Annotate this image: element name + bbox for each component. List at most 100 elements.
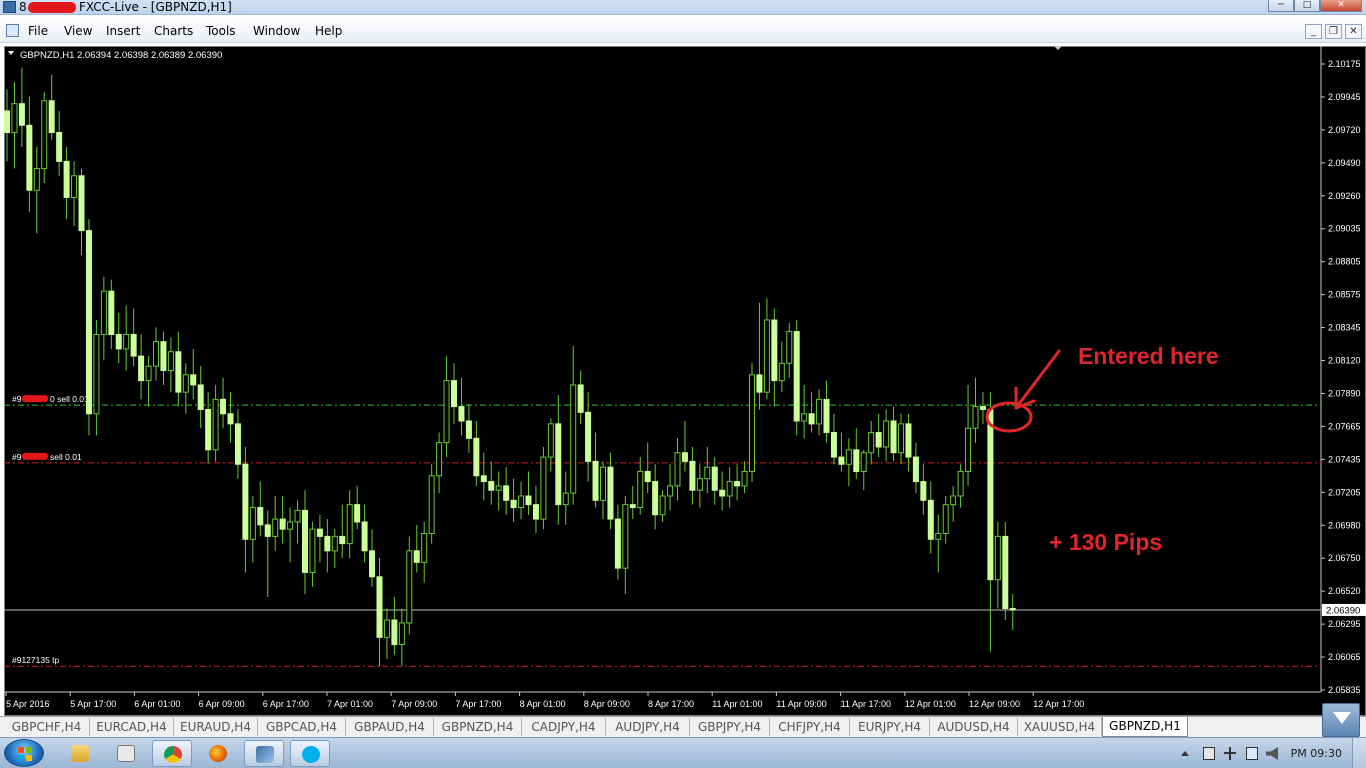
candle-bullish bbox=[421, 533, 428, 563]
tab-audjpy-h4[interactable]: AUDJPY,H4 bbox=[606, 718, 690, 736]
menu-charts[interactable]: Charts bbox=[154, 23, 193, 39]
candle-bearish bbox=[525, 495, 532, 506]
candle-bearish bbox=[220, 398, 227, 415]
candle-bearish bbox=[257, 507, 264, 526]
candle-bullish bbox=[704, 466, 711, 480]
taskbar-chrome[interactable] bbox=[152, 740, 192, 767]
time-tick-label: 12 Apr 09:00 bbox=[969, 699, 1020, 709]
tab-cadjpy-h4[interactable]: CADJPY,H4 bbox=[522, 718, 606, 736]
candle-bearish bbox=[808, 413, 815, 425]
menu-bar: File View Insert Charts Tools Window Hel… bbox=[0, 19, 1366, 43]
price-tick-label: 2.09035 bbox=[1328, 224, 1361, 234]
candle-bullish bbox=[71, 175, 78, 198]
candle-bullish bbox=[726, 481, 733, 497]
show-desktop-button[interactable] bbox=[1352, 738, 1366, 768]
candle-bullish bbox=[942, 504, 949, 534]
chrome-icon bbox=[164, 746, 182, 763]
tab-gbpnzd-h4[interactable]: GBPNZD,H4 bbox=[434, 718, 522, 736]
network-icon[interactable] bbox=[1246, 747, 1258, 760]
candle-bearish bbox=[302, 509, 308, 573]
price-tick-label: 2.06295 bbox=[1328, 619, 1361, 629]
taskbar-metatrader[interactable] bbox=[244, 740, 284, 767]
candle-bearish bbox=[4, 110, 10, 134]
candle-bullish bbox=[957, 470, 964, 497]
candle-bearish bbox=[629, 504, 636, 509]
battery-icon[interactable] bbox=[1203, 747, 1215, 760]
candle-bearish bbox=[63, 160, 70, 198]
chart-header-arrow-icon[interactable] bbox=[8, 51, 14, 55]
tray-expand-icon[interactable] bbox=[1181, 751, 1189, 756]
candle-bullish bbox=[860, 452, 867, 472]
chart-tab-bar: GBPCHF,H4 EURCAD,H4 EURAUD,H4 GBPCAD,H4 … bbox=[0, 716, 1366, 737]
candle-bullish bbox=[972, 406, 979, 429]
candle-bearish bbox=[793, 331, 800, 422]
menu-insert[interactable]: Insert bbox=[106, 23, 140, 39]
candle-bearish bbox=[503, 485, 510, 501]
tab-gbpcad-h4[interactable]: GBPCAD,H4 bbox=[258, 718, 346, 736]
candle-bullish bbox=[346, 504, 353, 545]
maximize-button[interactable]: □ bbox=[1294, 0, 1320, 12]
chart-document-icon[interactable] bbox=[6, 24, 19, 37]
tab-audusd-h4[interactable]: AUDUSD,H4 bbox=[930, 718, 1018, 736]
tab-gbpchf-h4[interactable]: GBPCHF,H4 bbox=[4, 718, 90, 736]
tab-gbpnzd-h1[interactable]: GBPNZD,H1 bbox=[1102, 717, 1188, 737]
candle-bullish bbox=[868, 432, 875, 454]
candle-bearish bbox=[607, 466, 614, 520]
tab-euraud-h4[interactable]: EURAUD,H4 bbox=[174, 718, 258, 736]
time-tick-label: 11 Apr 17:00 bbox=[841, 699, 891, 709]
candle-bearish bbox=[376, 576, 383, 638]
candle-bearish bbox=[242, 463, 249, 540]
time-tick-label: 5 Apr 2016 bbox=[6, 699, 50, 709]
candle-bullish bbox=[100, 290, 107, 335]
menu-tools[interactable]: Tools bbox=[206, 23, 236, 39]
taskbar-calculator[interactable] bbox=[106, 740, 146, 767]
tab-gbpjpy-h4[interactable]: GBPJPY,H4 bbox=[690, 718, 770, 736]
candle-bearish bbox=[823, 398, 830, 434]
taskbar-clock[interactable]: PM 09:30 bbox=[1291, 747, 1342, 760]
candle-bearish bbox=[585, 411, 592, 462]
candle-bullish bbox=[898, 423, 904, 454]
time-tick-label: 8 Apr 17:00 bbox=[648, 699, 694, 709]
menu-window[interactable]: Window bbox=[253, 23, 300, 39]
scroll-down-button[interactable] bbox=[1322, 703, 1360, 737]
taskbar-firefox[interactable] bbox=[198, 740, 238, 767]
time-tick-label: 7 Apr 01:00 bbox=[327, 699, 373, 709]
volume-icon[interactable] bbox=[1266, 747, 1278, 760]
menu-help[interactable]: Help bbox=[315, 23, 342, 39]
candle-bullish bbox=[309, 528, 316, 573]
candle-bearish bbox=[756, 374, 763, 393]
taskbar-explorer[interactable] bbox=[60, 740, 100, 767]
candle-bullish bbox=[272, 518, 279, 537]
candle-bearish bbox=[130, 333, 137, 357]
price-axis: 2.10175 2.09945 2.09720 2.09490 2.09260 2.090… bbox=[1321, 59, 1361, 695]
child-close-button[interactable]: ✕ bbox=[1345, 24, 1362, 39]
action-center-icon[interactable] bbox=[1224, 747, 1236, 760]
candle-bullish bbox=[212, 398, 219, 451]
chart-shift-marker[interactable] bbox=[1054, 46, 1062, 50]
child-window-controls: _ ❐ ✕ bbox=[1305, 24, 1362, 39]
menu-file[interactable]: File bbox=[28, 23, 48, 39]
candle-bullish bbox=[145, 365, 152, 382]
minimize-button[interactable]: ─ bbox=[1268, 0, 1294, 12]
skype-icon bbox=[302, 746, 320, 763]
tab-chfjpy-h4[interactable]: CHFJPY,H4 bbox=[770, 718, 850, 736]
tab-xauusd-h4[interactable]: XAUUSD,H4 bbox=[1018, 718, 1102, 736]
candle-bearish bbox=[480, 475, 487, 483]
taskbar-skype[interactable] bbox=[290, 740, 330, 767]
child-minimize-button[interactable]: _ bbox=[1305, 24, 1322, 39]
candle-bearish bbox=[85, 230, 92, 415]
pips-annotation: + 130 Pips bbox=[1049, 529, 1162, 555]
tab-gbpaud-h4[interactable]: GBPAUD,H4 bbox=[346, 718, 434, 736]
entry-circle-annotation bbox=[985, 401, 1033, 433]
price-chart[interactable]: GBPNZD,H1 2.06394 2.06398 2.06389 2.0639… bbox=[4, 46, 1366, 716]
child-restore-button[interactable]: ❐ bbox=[1325, 24, 1342, 39]
tab-eurjpy-h4[interactable]: EURJPY,H4 bbox=[850, 718, 930, 736]
candle-bearish bbox=[465, 420, 472, 439]
close-button[interactable]: ✕ bbox=[1320, 0, 1362, 12]
tab-eurcad-h4[interactable]: EURCAD,H4 bbox=[90, 718, 174, 736]
start-button[interactable] bbox=[4, 739, 44, 767]
candle-bearish bbox=[279, 518, 286, 530]
firefox-icon bbox=[209, 745, 227, 762]
menu-view[interactable]: View bbox=[64, 23, 92, 39]
order-line-label: sell 0.01 bbox=[50, 452, 82, 462]
